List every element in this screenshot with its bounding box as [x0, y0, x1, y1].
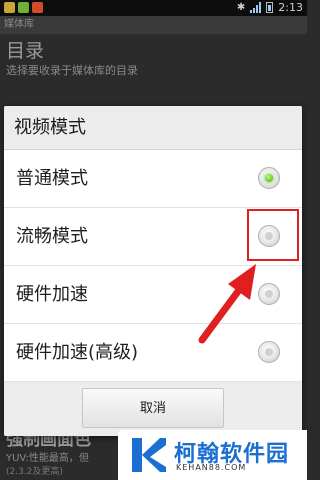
radio-button-selected[interactable]: [258, 167, 280, 189]
background-preference-directory: 目录 选择要收录于媒体库的目录: [6, 38, 138, 78]
option-label: 普通模式: [16, 168, 88, 189]
option-label: 流畅模式: [16, 226, 88, 247]
background-title-bar: 媒体库: [0, 16, 307, 34]
cancel-button[interactable]: 取消: [82, 388, 224, 428]
watermark-url: KEHAN88.COM: [176, 463, 247, 472]
preference-summary: 选择要收录于媒体库的目录: [6, 64, 138, 77]
preference-summary: YUV:性能最高，但: [6, 453, 89, 464]
notification-icons: [4, 2, 43, 13]
watermark-badge: 柯翰软件园 KEHAN88.COM: [118, 430, 307, 480]
preference-summary-extra: (2.3.2及更高): [6, 467, 63, 477]
dialog-title: 视频模式: [4, 106, 302, 150]
option-label: 硬件加速(高级): [16, 342, 139, 363]
option-normal-mode[interactable]: 普通模式: [4, 150, 302, 208]
status-bar: ✱ 2:13: [0, 0, 307, 16]
status-time: 2:13: [278, 1, 303, 14]
app-notification-icon: [18, 2, 29, 13]
option-label: 硬件加速: [16, 284, 88, 305]
kehan-logo-icon: [132, 438, 166, 472]
pointer-arrow-icon: [198, 264, 256, 344]
app-notification-icon: [4, 2, 15, 13]
battery-icon: [266, 2, 274, 13]
dialog-footer: 取消: [4, 382, 302, 436]
preference-title: 目录: [6, 40, 45, 62]
bluetooth-icon: ✱: [236, 2, 246, 13]
signal-icon: [250, 2, 262, 13]
app-notification-icon: [32, 2, 43, 13]
